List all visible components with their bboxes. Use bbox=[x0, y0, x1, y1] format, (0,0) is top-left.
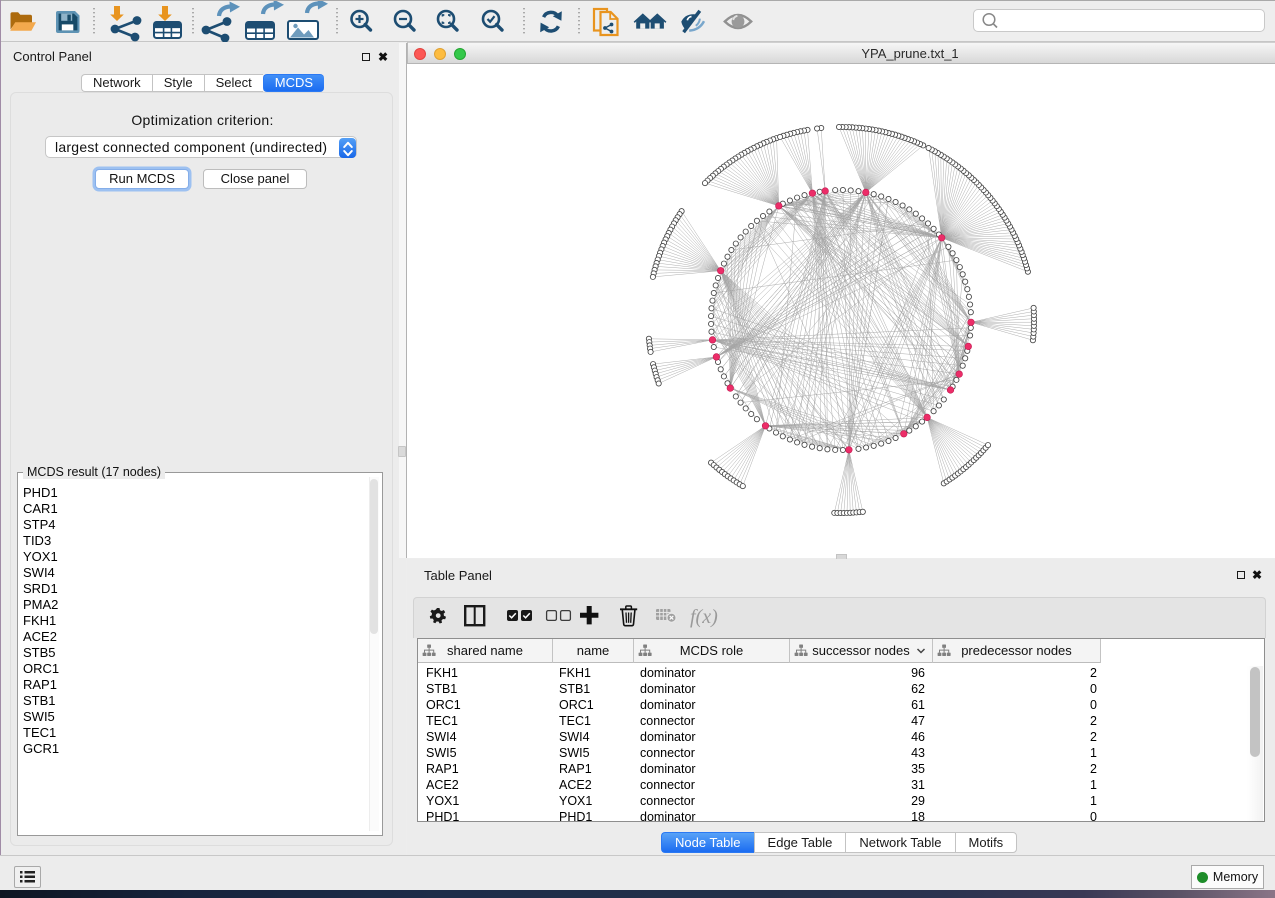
svg-text:f(x): f(x) bbox=[690, 606, 718, 628]
